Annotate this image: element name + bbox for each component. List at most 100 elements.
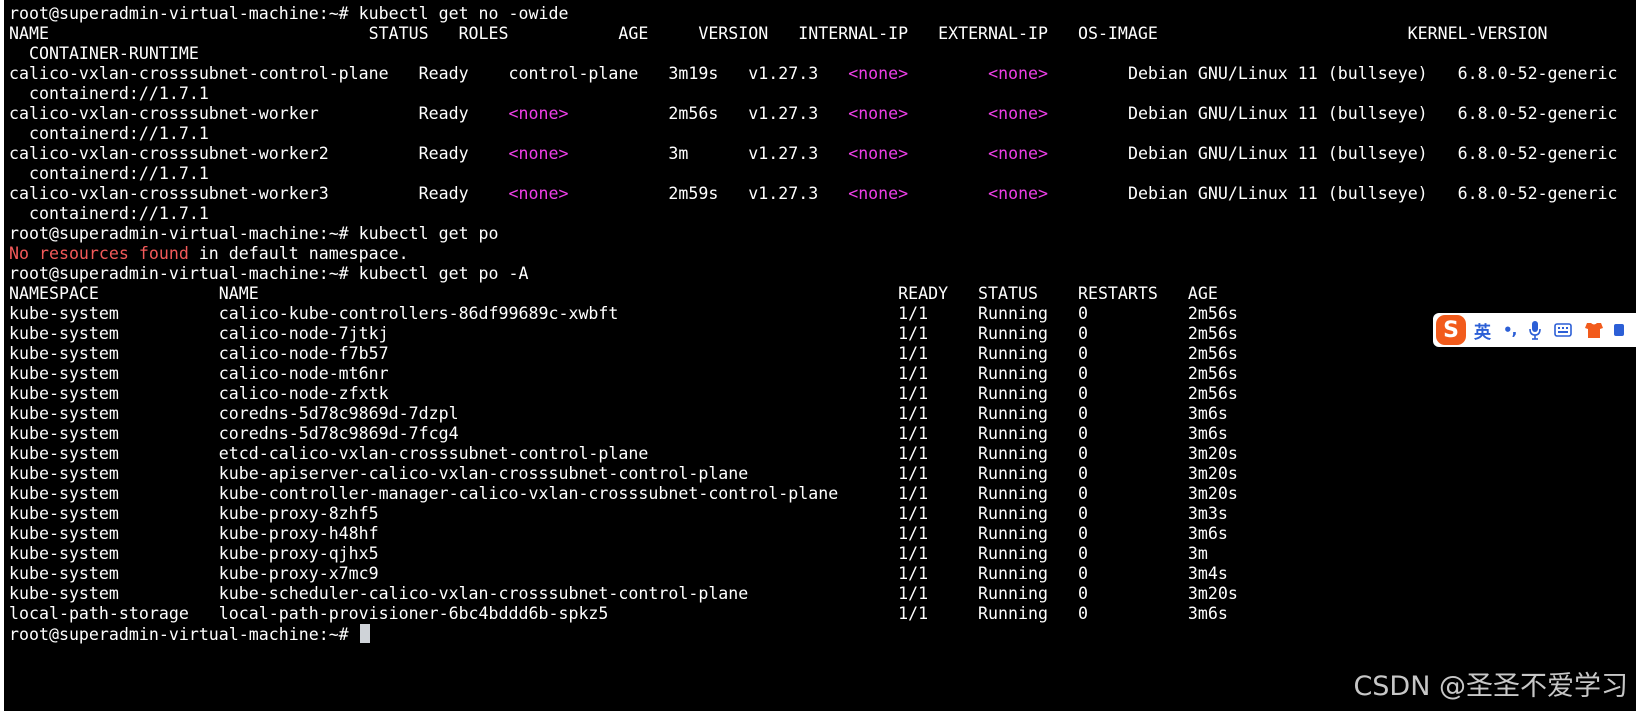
none-value: <none> — [988, 104, 1049, 123]
terminal-text: 2m56s v1.27.3 — [568, 104, 849, 123]
keyboard-icon[interactable] — [1554, 322, 1573, 338]
terminal-line: root@superadmin-virtual-machine:~# kubec… — [9, 224, 1618, 244]
none-value: <none> — [508, 104, 569, 123]
none-value: <none> — [988, 144, 1049, 163]
terminal-text: Debian GNU/Linux 11 (bullseye) 6.8.0-52-… — [1048, 104, 1618, 123]
terminal-text: Debian GNU/Linux 11 (bullseye) 6.8.0-52-… — [1048, 64, 1618, 83]
terminal-text: calico-vxlan-crosssubnet-worker3 Ready — [9, 184, 509, 203]
terminal-text: Debian GNU/Linux 11 (bullseye) 6.8.0-52-… — [1048, 144, 1618, 163]
sogou-logo-icon[interactable]: S — [1436, 315, 1466, 345]
terminal-text: CONTAINER-RUNTIME — [9, 44, 199, 63]
none-value: <none> — [988, 184, 1049, 203]
terminal-text: root@superadmin-virtual-machine:~# — [9, 625, 359, 644]
none-value: <none> — [848, 184, 909, 203]
terminal-text: kube-system kube-proxy-qjhx5 1/1 Running… — [9, 544, 1208, 563]
terminal-line: root@superadmin-virtual-machine:~# — [9, 624, 1618, 644]
terminal-line: kube-system kube-proxy-h48hf 1/1 Running… — [9, 524, 1618, 544]
terminal-line: calico-vxlan-crosssubnet-worker2 Ready <… — [9, 144, 1618, 164]
terminal-text: containerd://1.7.1 — [9, 124, 209, 143]
terminal-text: kube-system kube-proxy-x7mc9 1/1 Running… — [9, 564, 1228, 583]
ime-toolbar[interactable]: S 英 •, — [1433, 313, 1636, 347]
terminal-line: kube-system kube-apiserver-calico-vxlan-… — [9, 464, 1618, 484]
none-value: <none> — [508, 184, 569, 203]
terminal-text: kube-system calico-node-f7b57 1/1 Runnin… — [9, 344, 1238, 363]
terminal-text: containerd://1.7.1 — [9, 84, 209, 103]
text-cursor[interactable] — [359, 624, 370, 643]
terminal-text: containerd://1.7.1 — [9, 204, 209, 223]
terminal-line: calico-vxlan-crosssubnet-worker3 Ready <… — [9, 184, 1618, 204]
terminal-text: kube-system coredns-5d78c9869d-7dzpl 1/1… — [9, 404, 1228, 423]
terminal-line: root@superadmin-virtual-machine:~# kubec… — [9, 264, 1618, 284]
terminal-text: 3m v1.27.3 — [568, 144, 849, 163]
terminal-text: kube-system kube-proxy-8zhf5 1/1 Running… — [9, 504, 1228, 523]
ime-more-icon[interactable] — [1614, 321, 1625, 339]
terminal-line: containerd://1.7.1 — [9, 204, 1618, 224]
punctuation-icon[interactable]: •, — [1503, 321, 1517, 339]
terminal-line: No resources found in default namespace. — [9, 244, 1618, 264]
terminal-text: kube-system etcd-calico-vxlan-crosssubne… — [9, 444, 1238, 463]
terminal-line: local-path-storage local-path-provisione… — [9, 604, 1618, 624]
terminal-line: NAME STATUS ROLES AGE VERSION INTERNAL-I… — [9, 24, 1618, 44]
terminal-text: kube-system kube-apiserver-calico-vxlan-… — [9, 464, 1238, 483]
terminal-output: root@superadmin-virtual-machine:~# kubec… — [9, 4, 1618, 644]
terminal-line: CONTAINER-RUNTIME — [9, 44, 1618, 64]
none-value: <none> — [848, 64, 909, 83]
terminal-line: kube-system kube-scheduler-calico-vxlan-… — [9, 584, 1618, 604]
terminal-line: kube-system calico-node-mt6nr 1/1 Runnin… — [9, 364, 1618, 384]
terminal-line: kube-system kube-proxy-qjhx5 1/1 Running… — [9, 544, 1618, 564]
terminal-text: kube-system kube-proxy-h48hf 1/1 Running… — [9, 524, 1228, 543]
terminal-line: kube-system kube-controller-manager-cali… — [9, 484, 1618, 504]
terminal-window[interactable]: root@superadmin-virtual-machine:~# kubec… — [4, 0, 1636, 711]
skin-icon[interactable] — [1584, 321, 1604, 339]
terminal-text: calico-vxlan-crosssubnet-worker2 Ready — [9, 144, 509, 163]
terminal-text: kube-system calico-node-7jtkj 1/1 Runnin… — [9, 324, 1238, 343]
terminal-line: kube-system kube-proxy-8zhf5 1/1 Running… — [9, 504, 1618, 524]
terminal-text: root@superadmin-virtual-machine:~# kubec… — [9, 4, 569, 23]
terminal-line: containerd://1.7.1 — [9, 84, 1618, 104]
ime-mode-toggle[interactable]: 英 — [1474, 318, 1491, 343]
terminal-text: root@superadmin-virtual-machine:~# kubec… — [9, 264, 529, 283]
terminal-text: kube-system calico-node-zfxtk 1/1 Runnin… — [9, 384, 1238, 403]
terminal-text: Debian GNU/Linux 11 (bullseye) 6.8.0-52-… — [1048, 184, 1618, 203]
terminal-text: containerd://1.7.1 — [9, 164, 209, 183]
terminal-line: kube-system calico-node-7jtkj 1/1 Runnin… — [9, 324, 1618, 344]
terminal-line: kube-system calico-node-f7b57 1/1 Runnin… — [9, 344, 1618, 364]
terminal-line: containerd://1.7.1 — [9, 124, 1618, 144]
none-value: <none> — [848, 144, 909, 163]
terminal-text: kube-system calico-node-mt6nr 1/1 Runnin… — [9, 364, 1238, 383]
terminal-line: kube-system calico-node-zfxtk 1/1 Runnin… — [9, 384, 1618, 404]
terminal-line: kube-system coredns-5d78c9869d-7fcg4 1/1… — [9, 424, 1618, 444]
terminal-text: 2m59s v1.27.3 — [568, 184, 849, 203]
punctuation-glyph: •, — [1503, 321, 1517, 339]
terminal-text: in default namespace. — [188, 244, 409, 263]
terminal-text: NAMESPACE NAME READY STATUS RESTARTS AGE — [9, 284, 1218, 303]
terminal-text: kube-system calico-kube-controllers-86df… — [9, 304, 1238, 323]
none-value: <none> — [988, 64, 1049, 83]
terminal-text: kube-system coredns-5d78c9869d-7fcg4 1/1… — [9, 424, 1228, 443]
terminal-line: calico-vxlan-crosssubnet-worker Ready <n… — [9, 104, 1618, 124]
terminal-text: kube-system kube-scheduler-calico-vxlan-… — [9, 584, 1238, 603]
none-value: <none> — [848, 104, 909, 123]
csdn-watermark: CSDN @圣圣不爱学习 — [1353, 671, 1628, 702]
terminal-line: containerd://1.7.1 — [9, 164, 1618, 184]
terminal-line: kube-system kube-proxy-x7mc9 1/1 Running… — [9, 564, 1618, 584]
terminal-line: kube-system etcd-calico-vxlan-crosssubne… — [9, 444, 1618, 464]
error-text: No resources found — [9, 244, 189, 263]
none-value: <none> — [508, 144, 569, 163]
terminal-line: NAMESPACE NAME READY STATUS RESTARTS AGE — [9, 284, 1618, 304]
terminal-text: calico-vxlan-crosssubnet-worker Ready — [9, 104, 509, 123]
terminal-text: NAME STATUS ROLES AGE VERSION INTERNAL-I… — [9, 24, 1548, 43]
terminal-line: calico-vxlan-crosssubnet-control-plane R… — [9, 64, 1618, 84]
terminal-text: calico-vxlan-crosssubnet-control-plane R… — [9, 64, 849, 83]
microphone-icon[interactable] — [1528, 320, 1542, 340]
terminal-line: kube-system calico-kube-controllers-86df… — [9, 304, 1618, 324]
terminal-text: local-path-storage local-path-provisione… — [9, 604, 1228, 623]
terminal-line: kube-system coredns-5d78c9869d-7dzpl 1/1… — [9, 404, 1618, 424]
terminal-line: root@superadmin-virtual-machine:~# kubec… — [9, 4, 1618, 24]
terminal-text: root@superadmin-virtual-machine:~# kubec… — [9, 224, 499, 243]
terminal-text: kube-system kube-controller-manager-cali… — [9, 484, 1238, 503]
